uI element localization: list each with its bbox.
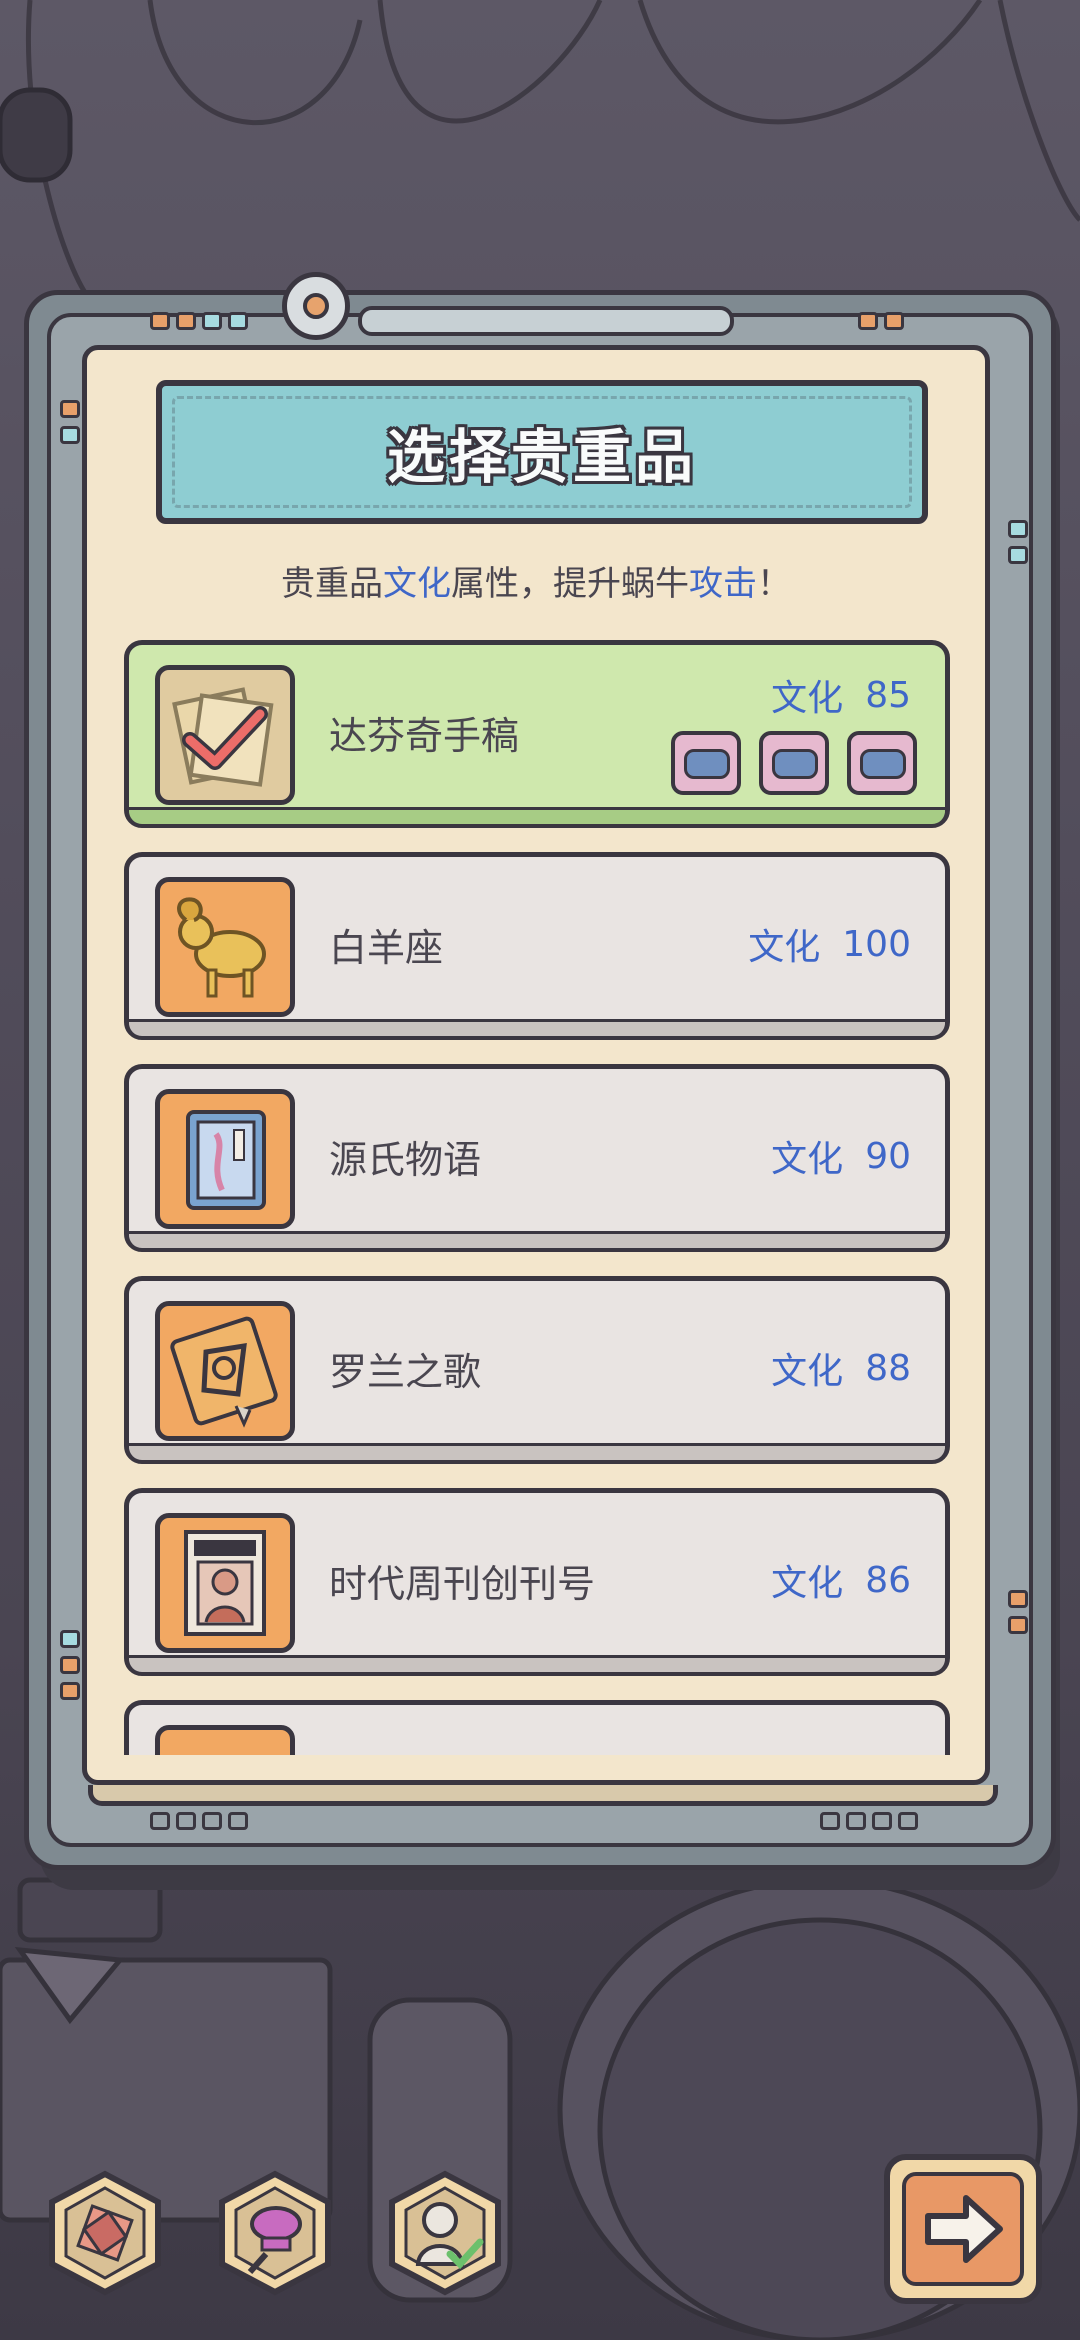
- golden-ram-icon: [155, 877, 295, 1017]
- snail-goggles-icon: [847, 731, 917, 795]
- item-name: 源氏物语: [329, 1137, 482, 1182]
- culture-value: 文化 85: [771, 669, 911, 721]
- subtitle-text: 贵重品: [281, 564, 383, 604]
- bust-check-skill-button[interactable]: [380, 2168, 510, 2298]
- bolt-decoration: [228, 1812, 248, 1830]
- bolt-decoration: [150, 312, 170, 330]
- bolt-decoration: [60, 426, 80, 444]
- valuable-item[interactable]: 源氏物语 文化 90: [124, 1064, 950, 1252]
- valuable-item[interactable]: 白羊座 文化 100: [124, 852, 950, 1040]
- magnifier-skill-button[interactable]: [210, 2168, 340, 2298]
- item-name: 达芬奇手稿: [329, 713, 520, 758]
- valuables-list[interactable]: 达芬奇手稿 文化 85 白羊座 文化 100 源氏物语 文化 90 罗兰之歌 文…: [124, 640, 950, 1755]
- arrow-right-icon: [902, 2172, 1024, 2286]
- bolt-decoration: [898, 1812, 918, 1830]
- subtitle: 贵重品文化属性，提升蜗牛攻击！: [82, 556, 990, 605]
- snail-goggles-icon: [671, 731, 741, 795]
- title-banner: 选择贵重品: [156, 380, 928, 524]
- culture-value: 文化 90: [771, 1069, 911, 1243]
- culture-number: 86: [865, 1559, 911, 1601]
- culture-label: 文化: [771, 1351, 844, 1392]
- valuable-item-partial[interactable]: [124, 1700, 950, 1755]
- subtitle-highlight-culture: 文化: [383, 564, 451, 604]
- culture-label: 文化: [771, 1563, 844, 1604]
- page-title: 选择贵重品: [386, 423, 697, 491]
- snail-goggles-icon: [759, 731, 829, 795]
- bolt-decoration: [176, 1812, 196, 1830]
- culture-label: 文化: [771, 1139, 844, 1180]
- bolt-decoration: [858, 312, 878, 330]
- culture-value: 文化 100: [748, 857, 911, 1031]
- book-icon: [155, 1089, 295, 1229]
- item-name: 罗兰之歌: [329, 1349, 482, 1394]
- magazine-icon: [155, 1513, 295, 1653]
- culture-value: 文化 88: [771, 1281, 911, 1455]
- bolt-decoration: [1008, 520, 1028, 538]
- bolt-decoration: [1008, 546, 1028, 564]
- subtitle-highlight-attack: 攻击: [689, 564, 757, 604]
- bolt-decoration: [60, 1630, 80, 1648]
- bolt-decoration: [228, 312, 248, 330]
- bolt-decoration: [202, 1812, 222, 1830]
- bolt-decoration: [872, 1812, 892, 1830]
- bolt-decoration: [1008, 1616, 1028, 1634]
- culture-number: 90: [865, 1135, 911, 1177]
- bolt-decoration: [884, 312, 904, 330]
- bolt-decoration: [60, 400, 80, 418]
- culture-number: 85: [865, 674, 911, 716]
- subtitle-text: 属性，提升蜗牛: [451, 564, 689, 604]
- flower-skill-button[interactable]: [40, 2168, 170, 2298]
- culture-value: 文化 86: [771, 1493, 911, 1667]
- ornate-book-icon: [155, 1301, 295, 1441]
- bolt-decoration: [60, 1656, 80, 1674]
- culture-number: 100: [842, 923, 911, 965]
- bolt-decoration: [176, 312, 196, 330]
- culture-label: 文化: [748, 927, 821, 968]
- next-arrow-button[interactable]: [884, 2154, 1042, 2304]
- bolt-decoration: [150, 1812, 170, 1830]
- valuable-item[interactable]: 罗兰之歌 文化 88: [124, 1276, 950, 1464]
- item-name: 白羊座: [329, 925, 444, 970]
- antenna-knob-icon: [282, 272, 350, 340]
- bolt-decoration: [1008, 1590, 1028, 1608]
- top-slot: [358, 306, 734, 336]
- bolt-decoration: [820, 1812, 840, 1830]
- bolt-decoration: [60, 1682, 80, 1700]
- culture-number: 88: [865, 1347, 911, 1389]
- bolt-decoration: [846, 1812, 866, 1830]
- valuable-item-selected[interactable]: 达芬奇手稿 文化 85: [124, 640, 950, 828]
- item-thumbnail-icon: [155, 1725, 295, 1755]
- paper-edge: [88, 1785, 998, 1806]
- snail-badges: [671, 731, 917, 795]
- bolt-decoration: [202, 312, 222, 330]
- valuable-item[interactable]: 时代周刊创刊号 文化 86: [124, 1488, 950, 1676]
- checked-manuscript-icon: [155, 665, 295, 805]
- subtitle-text: ！: [757, 564, 791, 604]
- item-name: 时代周刊创刊号: [329, 1561, 596, 1606]
- culture-label: 文化: [771, 678, 844, 719]
